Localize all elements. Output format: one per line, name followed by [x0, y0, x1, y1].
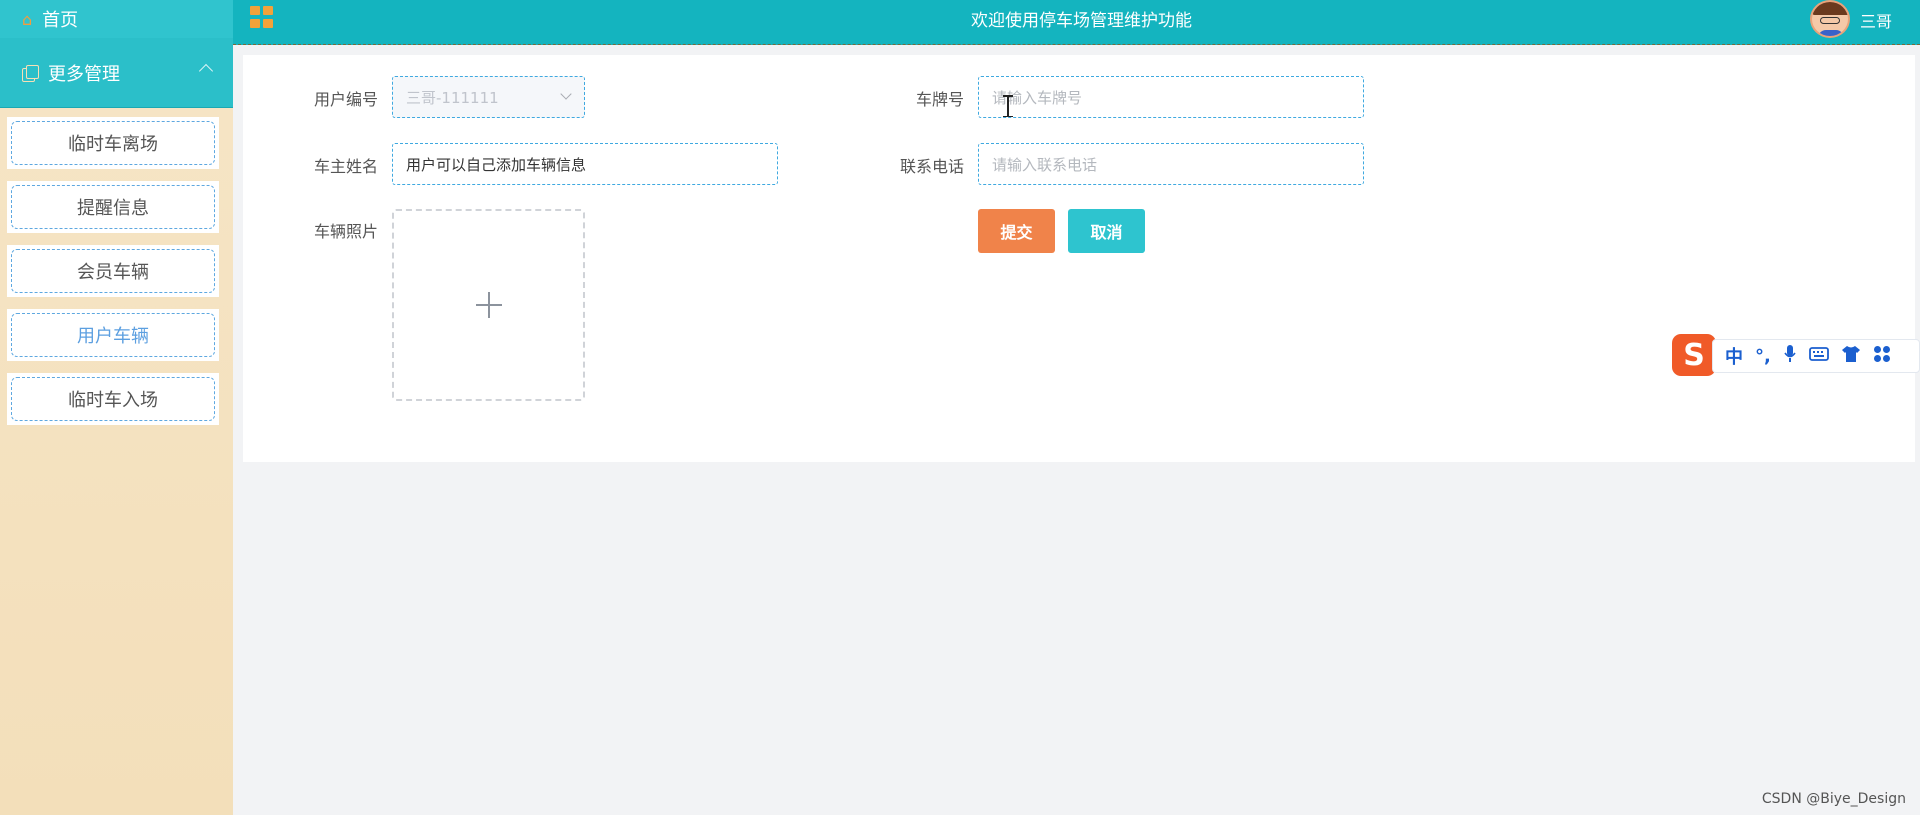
chevron-up-icon[interactable] [198, 63, 214, 79]
sidebar-item-label: 临时车离场 [11, 121, 215, 165]
sidebar-group-more[interactable]: 更多管理 [0, 38, 233, 108]
sidebar-item-user-vehicles[interactable]: 用户车辆 [7, 309, 219, 361]
phone-placeholder: 请输入联系电话 [992, 155, 1098, 174]
sidebar-item-home[interactable]: ⌂ 首页 [0, 0, 233, 38]
chevron-down-icon [560, 88, 572, 100]
user-id-select[interactable]: 三哥-111111 [392, 76, 585, 118]
submit-button[interactable]: 提交 [978, 209, 1055, 253]
avatar[interactable] [1810, 0, 1850, 38]
apps-icon[interactable] [1873, 345, 1891, 368]
plate-placeholder: 请输入车牌号 [992, 88, 1083, 107]
top-header: 欢迎使用停车场管理维护功能 三哥 [233, 0, 1920, 45]
plate-input[interactable]: 请输入车牌号 [978, 76, 1364, 118]
user-id-value: 三哥-111111 [406, 88, 499, 107]
sidebar-item-label: 提醒信息 [11, 185, 215, 229]
plate-label: 车牌号 [915, 90, 964, 109]
cancel-button[interactable]: 取消 [1068, 209, 1145, 253]
phone-label: 联系电话 [899, 157, 964, 176]
owner-input[interactable]: 用户可以自己添加车辆信息 [392, 143, 778, 185]
owner-value: 用户可以自己添加车辆信息 [406, 155, 587, 174]
sidebar-top: ⌂ 首页 更多管理 [0, 0, 233, 108]
microphone-icon[interactable] [1783, 344, 1797, 369]
watermark: CSDN @Biye_Design [1761, 791, 1906, 807]
photo-uploader[interactable] [392, 209, 585, 401]
copy-icon [22, 65, 39, 82]
sidebar-menu: 临时车离场 提醒信息 会员车辆 用户车辆 临时车入场 [0, 108, 233, 425]
sidebar: ⌂ 首页 更多管理 临时车离场 提醒信息 会员车辆 用户车辆 临时车入场 [0, 0, 233, 815]
user-id-label: 用户编号 [313, 90, 378, 109]
skin-shirt-icon[interactable] [1841, 345, 1861, 368]
sidebar-item-label: 会员车辆 [11, 249, 215, 293]
ime-bar: 中 °, [1712, 339, 1920, 373]
header-title: 欢迎使用停车场管理维护功能 [971, 11, 1192, 31]
sidebar-item-temp-exit[interactable]: 临时车离场 [7, 117, 219, 169]
phone-input[interactable]: 请输入联系电话 [978, 143, 1364, 185]
plus-icon [475, 292, 502, 318]
sidebar-item-label: 临时车入场 [11, 377, 215, 421]
text-cursor-icon [1003, 95, 1013, 117]
sidebar-more-label: 更多管理 [48, 64, 120, 85]
ime-toolbar: S 中 °, [1672, 334, 1920, 378]
home-icon: ⌂ [22, 9, 33, 29]
ime-mode[interactable]: 中 [1725, 343, 1743, 369]
ime-logo[interactable]: S [1672, 334, 1716, 376]
keyboard-icon[interactable] [1808, 346, 1829, 367]
sidebar-item-temp-entry[interactable]: 临时车入场 [7, 373, 219, 425]
sidebar-item-reminders[interactable]: 提醒信息 [7, 181, 219, 233]
photo-label: 车辆照片 [313, 222, 378, 241]
sidebar-item-member-vehicles[interactable]: 会员车辆 [7, 245, 219, 297]
user-name[interactable]: 三哥 [1860, 8, 1892, 32]
sidebar-home-label: 首页 [42, 10, 79, 31]
ime-punct[interactable]: °, [1755, 346, 1771, 367]
form-card: 用户编号 三哥-111111 车牌号 请输入车牌号 车主姓名 用户可以自己添加车… [243, 55, 1915, 462]
owner-label: 车主姓名 [313, 157, 378, 176]
sidebar-item-label: 用户车辆 [11, 313, 215, 357]
